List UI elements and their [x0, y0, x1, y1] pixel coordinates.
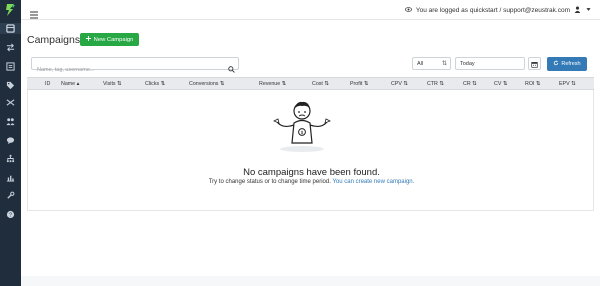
dashboard-icon[interactable]: [0, 23, 21, 34]
tag-icon[interactable]: [4, 80, 17, 91]
column-header-clicks[interactable]: Clicks ⇅: [145, 81, 165, 87]
sitemap-icon[interactable]: [4, 153, 17, 164]
menu-toggle-icon[interactable]: [30, 6, 38, 19]
column-header-ctr[interactable]: CTR ⇅: [427, 81, 444, 87]
chat-icon[interactable]: [4, 135, 17, 146]
column-header-name[interactable]: Name ▴: [61, 81, 79, 87]
refresh-button[interactable]: Refresh: [547, 57, 587, 71]
table-header: ID Name ▴ Visits ⇅ Clicks ⇅ Conversions …: [27, 77, 594, 90]
column-header-roi[interactable]: ROI ⇅: [525, 81, 540, 87]
page-title: Campaigns: [27, 34, 81, 46]
search-input[interactable]: [32, 64, 222, 76]
eye-icon: [404, 6, 412, 15]
top-bar: You are logged as quickstart / support@z…: [21, 0, 600, 20]
empty-state-hint: Try to change status or to change time p…: [208, 179, 331, 185]
refresh-label: Refresh: [561, 61, 581, 67]
new-campaign-label: New Campaign: [93, 36, 134, 43]
refresh-icon: [553, 60, 559, 68]
create-campaign-link[interactable]: You can create new campaign.: [332, 179, 414, 185]
user-icon: [574, 6, 581, 15]
plus-icon: [85, 36, 91, 43]
help-icon[interactable]: ?: [4, 209, 17, 220]
column-header-cpv[interactable]: CPV ⇅: [391, 81, 408, 87]
users-icon[interactable]: [4, 116, 17, 127]
calendar-icon: [531, 55, 538, 73]
column-header-id[interactable]: ID: [45, 81, 50, 87]
column-header-epv[interactable]: EPV ⇅: [559, 81, 576, 87]
column-header-conversions[interactable]: Conversions ⇅: [189, 81, 224, 87]
status-value: All: [417, 60, 424, 67]
svg-text:?: ?: [9, 212, 12, 218]
sidebar: ?: [0, 0, 21, 286]
campaigns-icon[interactable]: [4, 61, 17, 72]
caret-down-icon[interactable]: [585, 6, 592, 15]
shuffle-icon[interactable]: [4, 97, 17, 108]
empty-state-title: No campaigns have been found.: [243, 167, 380, 178]
status-select[interactable]: All ⇅: [412, 57, 451, 70]
column-header-cost[interactable]: Cost ⇅: [312, 81, 329, 87]
logged-in-text: You are logged as quickstart / support@z…: [415, 6, 570, 14]
tools-icon[interactable]: [4, 190, 17, 201]
reports-icon[interactable]: [4, 172, 17, 183]
column-header-cv[interactable]: CV ⇅: [494, 81, 507, 87]
empty-state-subtitle: Try to change status or to change time p…: [28, 179, 595, 185]
column-header-cr[interactable]: CR ⇅: [463, 81, 477, 87]
column-header-profit[interactable]: Profit ⇅: [350, 81, 368, 87]
exchange-icon[interactable]: [4, 42, 17, 53]
search-icon[interactable]: [228, 60, 235, 73]
user-menu[interactable]: You are logged as quickstart / support@z…: [404, 4, 592, 16]
column-header-visits[interactable]: Visits ⇅: [103, 81, 121, 87]
zeustrak-logo-icon[interactable]: [3, 3, 18, 17]
empty-state-panel: $ No campaigns have been found. Try to c…: [27, 90, 594, 211]
new-campaign-button[interactable]: New Campaign: [80, 33, 139, 46]
main-content: Campaigns New Campaign All ⇅ Today Refre…: [21, 20, 600, 286]
date-value: Today: [460, 60, 475, 67]
column-header-revenue[interactable]: Revenue ⇅: [259, 81, 286, 87]
footer-strip: [21, 276, 600, 286]
search-field[interactable]: [31, 57, 239, 76]
shrugging-person-icon: $: [269, 99, 335, 155]
calendar-button[interactable]: [528, 57, 541, 70]
date-range-input[interactable]: Today: [455, 57, 525, 70]
select-arrows-icon: ⇅: [441, 61, 447, 67]
